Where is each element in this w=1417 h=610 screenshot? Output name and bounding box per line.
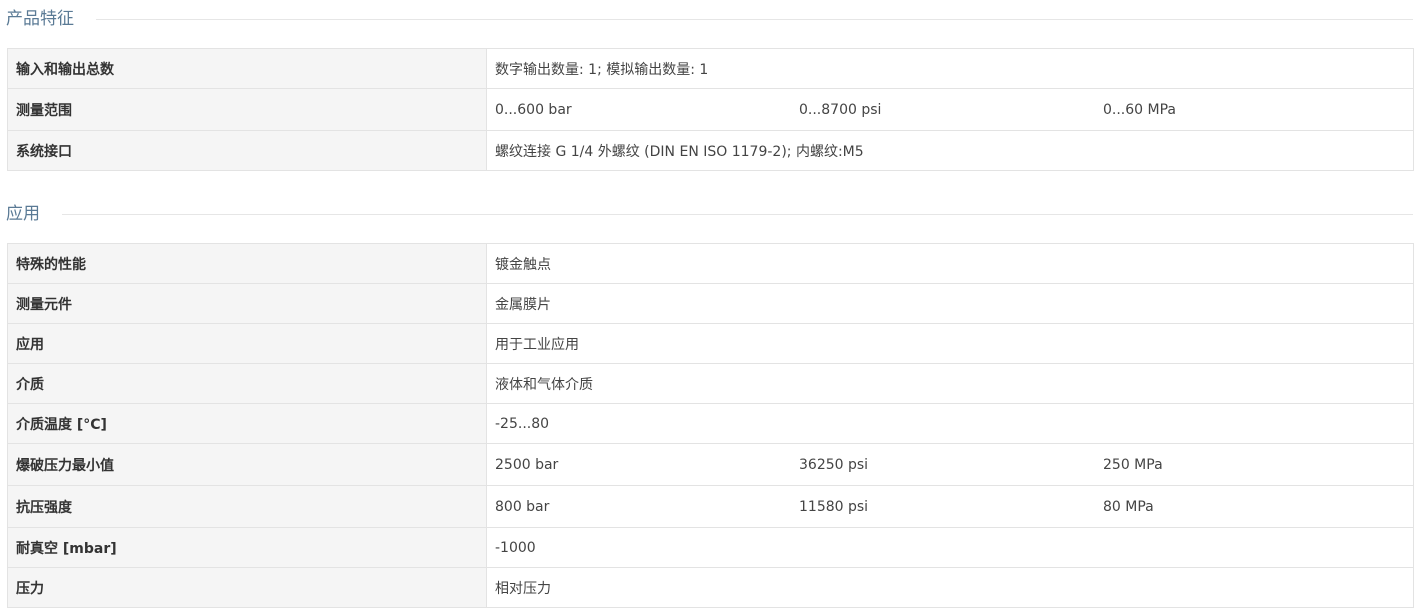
- row-value: 金属膜片: [486, 283, 1414, 324]
- value-bar: 2500 bar: [495, 456, 559, 473]
- section-header-product-features: 产品特征: [6, 7, 1413, 31]
- table-row: 介质 液体和气体介质: [7, 363, 1414, 404]
- spec-table-application: 特殊的性能 镀金触点 测量元件 金属膜片 应用 用于工业应用 介质 液体和气体介…: [7, 243, 1414, 608]
- table-row: 介质温度 [°C] -25...80: [7, 403, 1414, 444]
- section-title: 产品特征: [6, 9, 74, 29]
- section-divider: [96, 18, 1413, 20]
- row-label: 抗压强度: [7, 485, 487, 528]
- value-bar: 0...600 bar: [495, 101, 572, 118]
- row-label: 介质温度 [°C]: [7, 403, 487, 444]
- value-bar: 800 bar: [495, 498, 550, 515]
- table-row: 压力 相对压力: [7, 567, 1414, 608]
- row-label: 压力: [7, 567, 487, 608]
- table-row: 爆破压力最小值 2500 bar 36250 psi 250 MPa: [7, 443, 1414, 486]
- row-value: 数字输出数量: 1; 模拟输出数量: 1: [486, 48, 1414, 89]
- row-label: 输入和输出总数: [7, 48, 487, 89]
- row-label: 测量元件: [7, 283, 487, 324]
- row-label: 测量范围: [7, 88, 487, 131]
- table-row: 输入和输出总数 数字输出数量: 1; 模拟输出数量: 1: [7, 48, 1414, 89]
- row-value: 用于工业应用: [486, 323, 1414, 364]
- row-value: -1000: [486, 527, 1414, 568]
- row-label: 爆破压力最小值: [7, 443, 487, 486]
- table-row: 测量范围 0...600 bar 0...8700 psi 0...60 MPa: [7, 88, 1414, 131]
- value-mpa: 250 MPa: [1103, 456, 1163, 473]
- value-psi: 11580 psi: [799, 498, 869, 515]
- row-label: 系统接口: [7, 130, 487, 171]
- row-value: 2500 bar 36250 psi 250 MPa: [486, 443, 1414, 486]
- table-row: 特殊的性能 镀金触点: [7, 243, 1414, 284]
- row-label: 耐真空 [mbar]: [7, 527, 487, 568]
- row-value: 0...600 bar 0...8700 psi 0...60 MPa: [486, 88, 1414, 131]
- row-value: 镀金触点: [486, 243, 1414, 284]
- row-value: -25...80: [486, 403, 1414, 444]
- row-value: 800 bar 11580 psi 80 MPa: [486, 485, 1414, 528]
- row-label: 介质: [7, 363, 487, 404]
- table-row: 系统接口 螺纹连接 G 1/4 外螺纹 (DIN EN ISO 1179-2);…: [7, 130, 1414, 171]
- section-header-application: 应用: [6, 202, 1413, 226]
- spec-table-product-features: 输入和输出总数 数字输出数量: 1; 模拟输出数量: 1 测量范围 0...60…: [7, 48, 1414, 171]
- row-value: 螺纹连接 G 1/4 外螺纹 (DIN EN ISO 1179-2); 内螺纹:…: [486, 130, 1414, 171]
- table-row: 耐真空 [mbar] -1000: [7, 527, 1414, 568]
- row-label: 应用: [7, 323, 487, 364]
- row-value: 液体和气体介质: [486, 363, 1414, 404]
- section-title: 应用: [6, 204, 40, 224]
- section-divider: [62, 213, 1413, 215]
- value-psi: 36250 psi: [799, 456, 869, 473]
- value-mpa: 0...60 MPa: [1103, 101, 1176, 118]
- value-mpa: 80 MPa: [1103, 498, 1154, 515]
- table-row: 测量元件 金属膜片: [7, 283, 1414, 324]
- row-label: 特殊的性能: [7, 243, 487, 284]
- table-row: 应用 用于工业应用: [7, 323, 1414, 364]
- value-psi: 0...8700 psi: [799, 101, 882, 118]
- row-value: 相对压力: [486, 567, 1414, 608]
- table-row: 抗压强度 800 bar 11580 psi 80 MPa: [7, 485, 1414, 528]
